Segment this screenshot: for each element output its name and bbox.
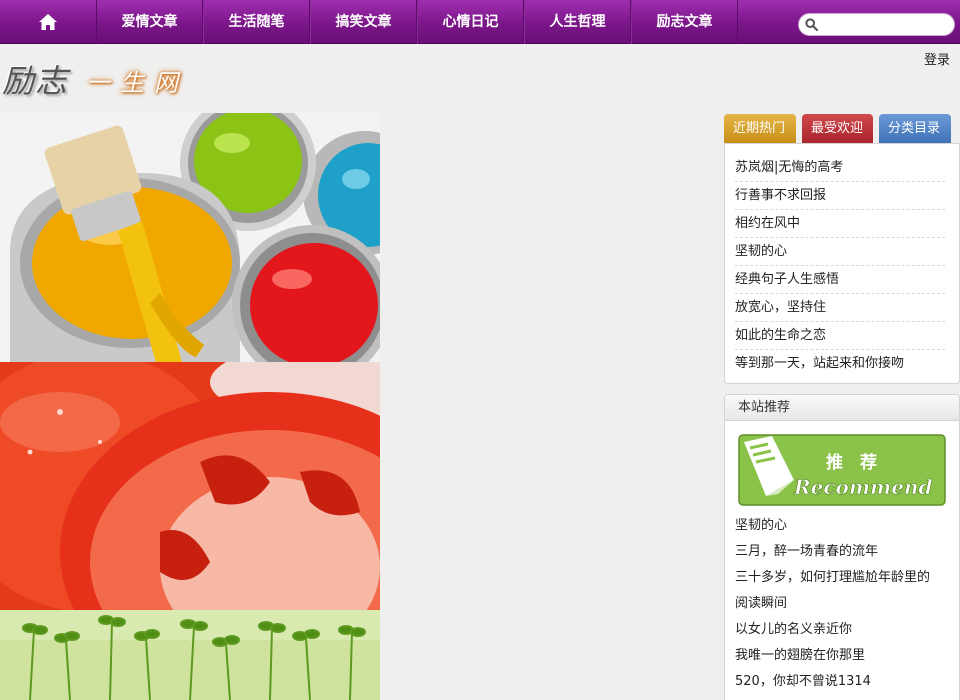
search-input[interactable]: [822, 14, 950, 35]
list-item[interactable]: 经典句子人生感悟: [735, 266, 945, 294]
search-icon[interactable]: [805, 18, 818, 31]
nav-home-button[interactable]: [0, 0, 96, 44]
paint-cans-image: [0, 113, 380, 362]
nav-item-funny[interactable]: 搞笑文章: [310, 0, 417, 44]
nav-item-inspiration[interactable]: 励志文章: [631, 0, 738, 44]
nav-menu: 爱情文章 生活随笔 搞笑文章 心情日记 人生哲理 励志文章: [96, 0, 738, 44]
list-item[interactable]: 行善事不求回报: [735, 182, 945, 210]
tomato-image: [0, 362, 380, 610]
list-item[interactable]: 三月，醉一场青春的流年: [735, 539, 957, 565]
nav-item-life[interactable]: 生活随笔: [203, 0, 310, 44]
sidebar-tabs: 近期热门 最受欢迎 分类目录: [724, 114, 951, 144]
tab-recent-hot[interactable]: 近期热门: [724, 114, 796, 144]
logo-main-text: 励志: [2, 62, 69, 100]
search-box: [798, 13, 955, 36]
list-item[interactable]: 相约在风中: [735, 210, 945, 238]
list-item[interactable]: 如此的生命之恋: [735, 322, 945, 350]
list-item[interactable]: 等到那一天，站起来和你接吻: [735, 350, 945, 378]
list-item[interactable]: 苏岚烟|无悔的高考: [735, 154, 945, 182]
banner-en-text: Recommend: [793, 475, 932, 499]
list-item[interactable]: 坚韧的心: [735, 238, 945, 266]
list-item[interactable]: 阅读瞬间: [735, 591, 957, 617]
list-item[interactable]: 放宽心，坚持住: [735, 294, 945, 322]
sprouts-image: [0, 610, 380, 700]
list-item[interactable]: 我唯一的翅膀在你那里: [735, 643, 957, 669]
recommend-list: 坚韧的心 三月，醉一场青春的流年 三十多岁，如何打理尴尬年龄里的 阅读瞬间 以女…: [735, 513, 957, 695]
nav-item-diary[interactable]: 心情日记: [417, 0, 524, 44]
list-item[interactable]: 以女儿的名义亲近你: [735, 617, 957, 643]
logo-sub-text: 一生网: [86, 69, 189, 97]
list-item[interactable]: 520，你却不曾说1314: [735, 669, 957, 695]
home-icon: [39, 14, 57, 30]
banner-cn-text: 推 荐: [826, 452, 877, 473]
nav-item-love[interactable]: 爱情文章: [96, 0, 203, 44]
top-nav: 爱情文章 生活随笔 搞笑文章 心情日记 人生哲理 励志文章: [0, 0, 960, 44]
recommend-panel: 本站推荐 推 荐 Recommend 坚韧的心 三月，醉一场青春的流年 三十多岁…: [724, 394, 960, 700]
hot-list: 苏岚烟|无悔的高考 行善事不求回报 相约在风中 坚韧的心 经典句子人生感悟 放宽…: [724, 143, 960, 384]
tab-most-popular[interactable]: 最受欢迎: [802, 114, 873, 144]
nav-item-philosophy[interactable]: 人生哲理: [524, 0, 631, 44]
site-logo[interactable]: 励志 一生网: [2, 56, 188, 102]
list-item[interactable]: 坚韧的心: [735, 513, 957, 539]
recommend-banner[interactable]: 推 荐 Recommend: [738, 434, 946, 506]
login-link[interactable]: 登录: [924, 49, 950, 68]
recommend-title: 本站推荐: [725, 395, 959, 421]
list-item[interactable]: 三十多岁，如何打理尴尬年龄里的: [735, 565, 957, 591]
tab-categories[interactable]: 分类目录: [879, 114, 951, 144]
